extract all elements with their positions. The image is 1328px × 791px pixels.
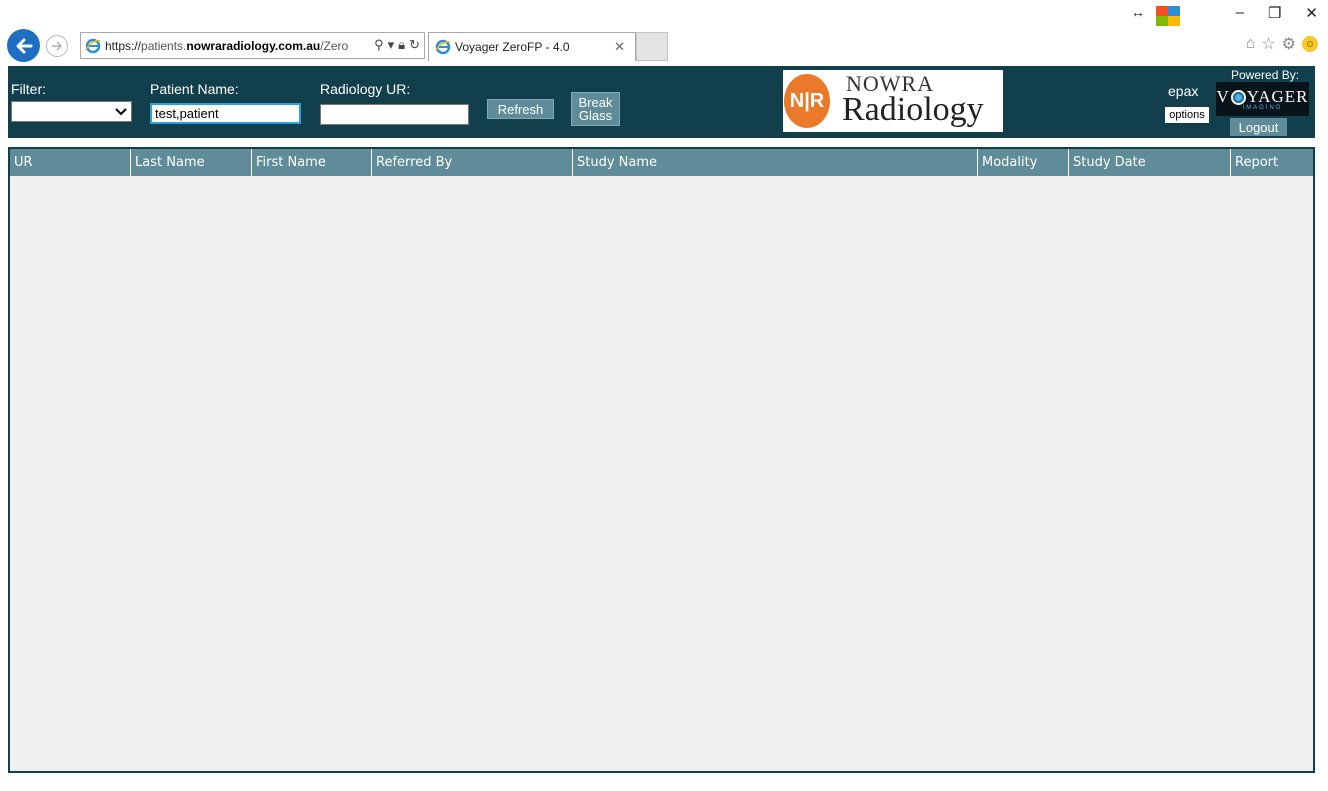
back-button[interactable] <box>7 29 40 62</box>
browser-tab[interactable]: Voyager ZeroFP - 4.0 ✕ <box>428 32 636 61</box>
break-glass-line2: Glass <box>578 108 613 123</box>
chevron-down-icon <box>115 102 127 123</box>
voyager-logo: V YAGER IMAGING <box>1216 82 1309 116</box>
close-icon[interactable]: ✕ <box>1305 4 1318 22</box>
logo-initials: N|R <box>784 74 830 128</box>
app-header: Filter: Patient Name: Radiology UR: Refr… <box>8 66 1315 138</box>
ie-icon <box>85 38 101 54</box>
favorites-icon[interactable]: ☆ <box>1261 34 1275 54</box>
url-host: nowraradiology.com.au <box>186 38 321 53</box>
column-header-study-name[interactable]: Study Name <box>573 149 978 176</box>
radiology-ur-input[interactable] <box>320 104 469 125</box>
filter-select[interactable] <box>11 101 132 122</box>
close-tab-icon[interactable]: ✕ <box>614 39 625 55</box>
gear-icon[interactable]: ⚙ <box>1282 34 1296 54</box>
column-header-modality[interactable]: Modality <box>978 149 1069 176</box>
nowra-radiology-logo: N|R NOWRA Radiology <box>783 70 1003 132</box>
column-header-ur[interactable]: UR <box>10 149 131 176</box>
ie-icon <box>435 39 451 55</box>
powered-by-label: Powered By: <box>1231 68 1300 82</box>
browser-chrome: https://patients. nowraradiology.com.au/Z… <box>0 0 1328 64</box>
voyager-wordmark: V YAGER <box>1217 87 1309 107</box>
logout-label: Logout <box>1238 119 1279 135</box>
column-header-referred-by[interactable]: Referred By <box>372 149 573 176</box>
search-icon[interactable]: ⚲ <box>374 37 384 53</box>
url-path: /Zero <box>320 38 349 53</box>
feedback-smiley-icon[interactable]: ☺ <box>1302 36 1318 52</box>
voyager-subtitle: IMAGING <box>1242 105 1283 111</box>
url-scheme: https:// <box>105 38 142 53</box>
refresh-button-label: Refresh <box>497 101 544 117</box>
address-bar[interactable]: https://patients. nowraradiology.com.au/Z… <box>80 32 425 59</box>
forward-button[interactable] <box>46 35 68 57</box>
resize-icon: ↔ <box>1131 4 1145 20</box>
lock-icon[interactable]: 🔒︎ <box>398 37 405 53</box>
new-tab-button[interactable] <box>636 32 668 61</box>
options-label: options <box>1169 109 1205 121</box>
minimize-icon[interactable]: – <box>1236 4 1244 22</box>
restore-icon[interactable]: ❐ <box>1268 4 1281 22</box>
voyager-eye-icon <box>1230 89 1246 105</box>
break-glass-button[interactable]: Break Glass <box>571 92 620 126</box>
url-host-prefix: patients. <box>141 38 187 53</box>
address-bar-icons: ⚲ ▾ 🔒︎ ↻ <box>374 37 420 53</box>
patient-name-label: Patient Name: <box>150 81 239 97</box>
dropdown-icon[interactable]: ▾ <box>388 37 395 53</box>
window-controls: – ❐ ✕ <box>1236 4 1318 22</box>
voyager-left: V <box>1216 87 1230 106</box>
refresh-button[interactable]: Refresh <box>487 99 554 119</box>
voyager-right: YAGER <box>1246 87 1309 106</box>
username: epax <box>1168 83 1199 99</box>
results-table: UR Last Name First Name Referred By Stud… <box>8 147 1315 773</box>
column-header-first-name[interactable]: First Name <box>252 149 372 176</box>
filter-label: Filter: <box>11 81 46 97</box>
home-icon[interactable]: ⌂ <box>1246 35 1256 53</box>
radiology-ur-label: Radiology UR: <box>320 81 411 97</box>
column-header-study-date[interactable]: Study Date <box>1069 149 1231 176</box>
table-header-row: UR Last Name First Name Referred By Stud… <box>10 149 1313 176</box>
refresh-icon[interactable]: ↻ <box>409 37 420 53</box>
column-header-report[interactable]: Report <box>1231 149 1313 176</box>
toolbar-icons: ⌂ ☆ ⚙ ☺ <box>1246 34 1318 54</box>
arrow-left-icon <box>16 38 32 53</box>
tab-title: Voyager ZeroFP - 4.0 <box>455 40 570 54</box>
antivirus-icon[interactable] <box>1156 6 1180 26</box>
arrow-right-icon <box>52 41 63 51</box>
options-button[interactable]: options <box>1165 107 1209 123</box>
column-header-last-name[interactable]: Last Name <box>131 149 252 176</box>
logo-main-text: Radiology <box>842 91 984 128</box>
logout-button[interactable]: Logout <box>1230 118 1287 136</box>
patient-name-input[interactable] <box>150 103 301 124</box>
